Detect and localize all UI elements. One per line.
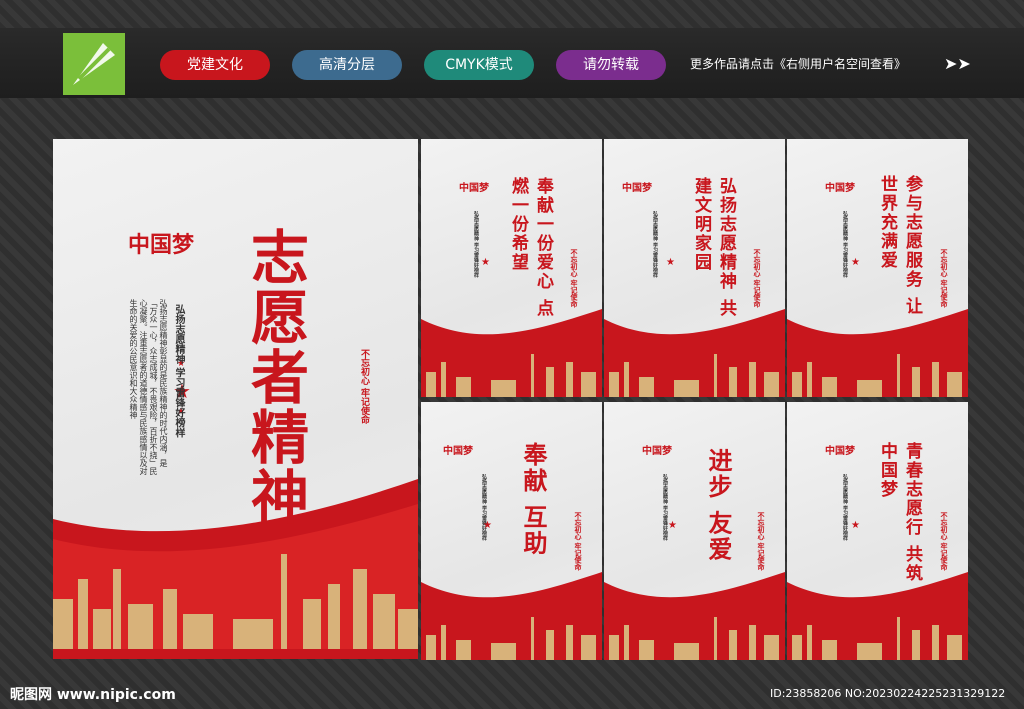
poster-3: 中国梦 参与志愿服务 让世界充满爱 不忘初心 牢记使命 弘扬志愿精神 学习雷锋好…	[787, 139, 968, 397]
main-poster: 中国梦 志愿者精神 不忘初心 牢记使命 ★ ★ ★ 弘扬志愿精神 学习雷锋好榜样…	[53, 139, 418, 659]
poster-subtitle: 弘扬志愿精神 学习雷锋好榜样	[842, 474, 848, 541]
poster-badge: 不忘初心 牢记使命	[753, 249, 761, 308]
poster-title: 青春志愿行 共筑中国梦	[877, 442, 922, 583]
poster-badge: 不忘初心 牢记使命	[757, 512, 765, 571]
city-skyline	[609, 617, 779, 660]
poster-title: 进步 友爱	[704, 448, 733, 563]
image-id: ID:23858206 NO:20230224225231329122	[770, 687, 1006, 700]
tag-cmyk[interactable]: CMYK模式	[424, 50, 534, 80]
city-skyline	[426, 617, 596, 660]
poster-subtitle: 弘扬志愿精神 学习雷锋好榜样	[652, 211, 658, 278]
star-icon: ★	[483, 520, 492, 531]
poster-badge: 不忘初心 牢记使命	[574, 512, 582, 571]
tag-party-culture[interactable]: 党建文化	[160, 50, 270, 80]
city-skyline	[609, 354, 779, 397]
star-icon: ★	[481, 257, 490, 268]
china-dream-logo: 中国梦	[443, 446, 473, 457]
star-icon: ★	[851, 257, 860, 268]
pen-logo-icon	[63, 33, 125, 95]
china-dream-logo: 中国梦	[622, 183, 652, 194]
tag-no-repost[interactable]: 请勿转载	[556, 50, 666, 80]
more-works-text[interactable]: 更多作品请点击《右侧用户名空间查看》	[690, 55, 906, 72]
poster-title: 参与志愿服务 让世界充满爱	[877, 175, 922, 316]
star-icon: ★	[666, 257, 675, 268]
china-dream-logo: 中国梦	[459, 183, 489, 194]
city-skyline	[792, 617, 962, 660]
poster-badge: 不忘初心 牢记使命	[940, 249, 948, 308]
china-dream-logo: 中国梦	[825, 446, 855, 457]
poster-title: 奉献 互助	[519, 442, 548, 557]
poster-6: 中国梦 青春志愿行 共筑中国梦 不忘初心 牢记使命 弘扬志愿精神 学习雷锋好榜样…	[787, 402, 968, 660]
poster-badge: 不忘初心 牢记使命	[940, 512, 948, 571]
city-skyline	[792, 354, 962, 397]
poster-5: 中国梦 进步 友爱 不忘初心 牢记使命 弘扬志愿精神 学习雷锋好榜样 ★	[604, 402, 785, 660]
star-icon: ★	[851, 520, 860, 531]
poster-2: 中国梦 弘扬志愿精神 共建文明家园 不忘初心 牢记使命 弘扬志愿精神 学习雷锋好…	[604, 139, 785, 397]
poster-title: 弘扬志愿精神 共建文明家园	[691, 177, 736, 318]
star-icon: ★	[668, 520, 677, 531]
poster-1: 中国梦 奉献一份爱心 点燃一份希望 不忘初心 牢记使命 弘扬志愿精神 学习雷锋好…	[421, 139, 602, 397]
china-dream-logo: 中国梦	[128, 233, 195, 258]
poster-4: 中国梦 奉献 互助 不忘初心 牢记使命 弘扬志愿精神 学习雷锋好榜样 ★	[421, 402, 602, 660]
poster-subtitle: 弘扬志愿精神 学习雷锋好榜样	[842, 211, 848, 278]
main-title: 志愿者精神	[241, 227, 309, 527]
tag-hd-layers[interactable]: 高清分层	[292, 50, 402, 80]
city-skyline	[426, 354, 596, 397]
china-dream-logo: 中国梦	[642, 446, 672, 457]
poster-badge: 不忘初心 牢记使命	[570, 249, 578, 308]
china-dream-logo: 中国梦	[825, 183, 855, 194]
main-body-text: 弘扬志愿精神彰显的是民族精神的时代内涵，是「万众一心，众志成城，不畏艰险，百折不…	[129, 299, 168, 475]
nipic-watermark[interactable]: 昵图网 www.nipic.com	[10, 684, 176, 704]
main-badge: 不忘初心 牢记使命	[359, 349, 369, 425]
poster-title: 奉献一份爱心 点燃一份希望	[508, 177, 553, 318]
poster-subtitle: 弘扬志愿精神 学习雷锋好榜样	[473, 211, 479, 278]
double-arrow-icon[interactable]: ➤➤	[944, 54, 971, 73]
main-subtitle: 弘扬志愿精神 学习雷锋好榜样	[173, 304, 184, 438]
